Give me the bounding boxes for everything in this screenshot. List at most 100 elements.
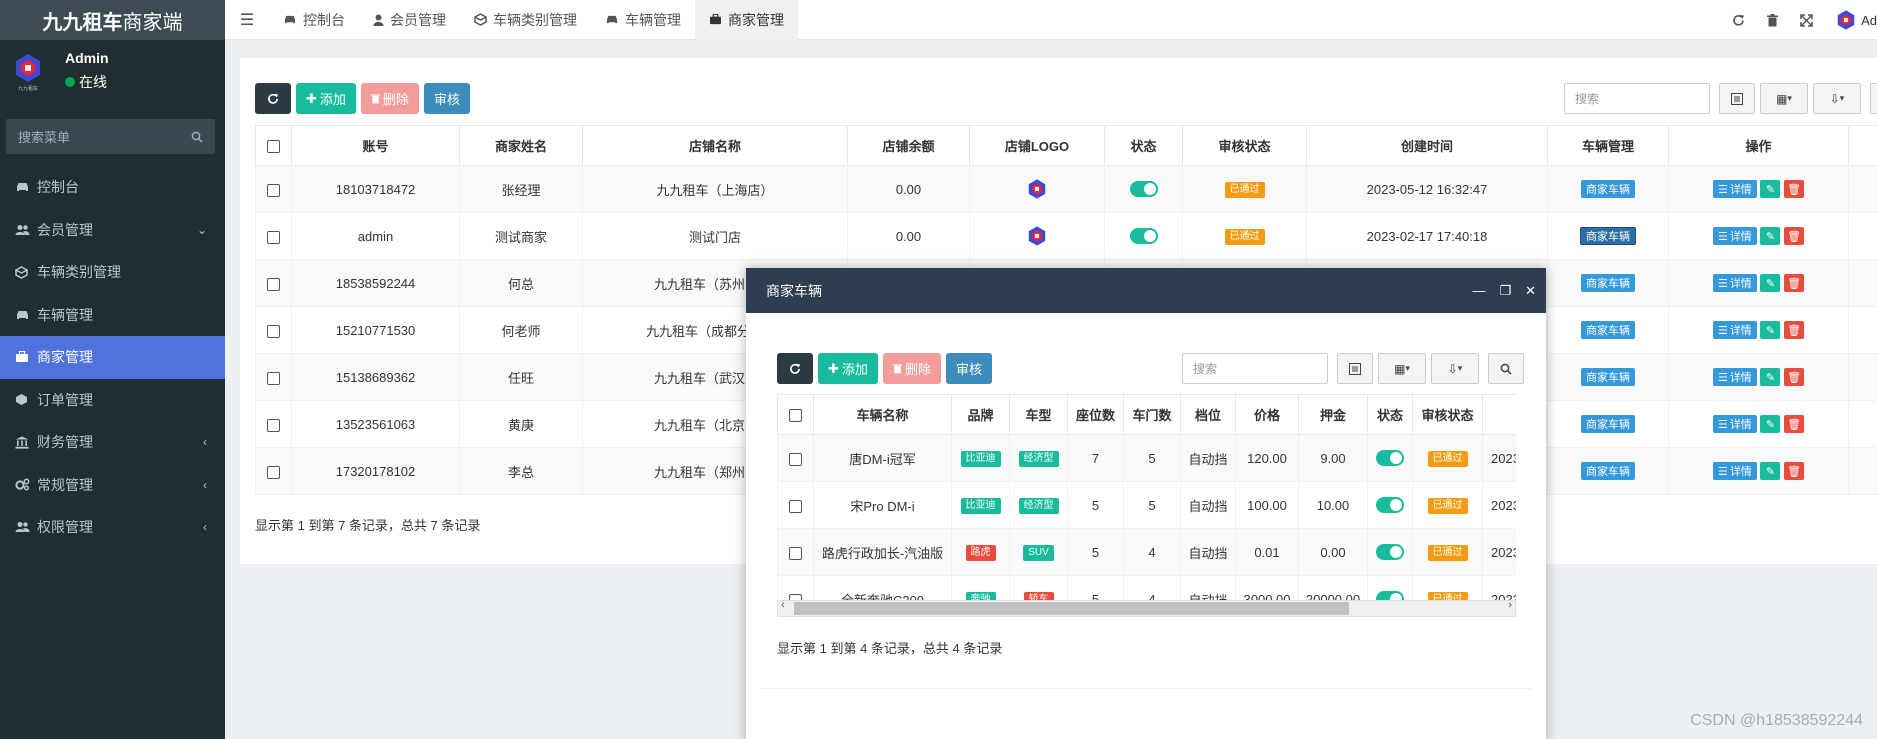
edit-button[interactable]: ✎ (1760, 227, 1781, 245)
merchant-vehicles-button[interactable]: 商家车辆 (1581, 180, 1635, 198)
column-header[interactable]: 操作 (1668, 125, 1849, 166)
tab-dashboard[interactable]: 控制台 (269, 0, 359, 40)
row-checkbox[interactable] (267, 277, 280, 291)
shop-logo[interactable] (1026, 178, 1048, 200)
delete-row-button[interactable]: 🗑 (1784, 415, 1805, 433)
column-header[interactable]: 押金 (1298, 394, 1368, 435)
status-toggle[interactable] (1129, 181, 1158, 198)
detail-button[interactable]: ☰ 详情 (1712, 462, 1757, 480)
close-icon[interactable]: ✕ (1525, 283, 1536, 299)
row-checkbox[interactable] (267, 230, 280, 244)
app-logo[interactable]: 九九租车 商家端 (0, 0, 225, 40)
tab-vehicle-categories[interactable]: 车辆类别管理 (460, 0, 591, 40)
top-user-menu[interactable]: Ad (1835, 9, 1877, 31)
edit-button[interactable]: ✎ (1760, 321, 1781, 339)
sidebar-item-vehicles[interactable]: 车辆管理 (0, 294, 225, 337)
sidebar-search-input[interactable]: 搜索菜单 (6, 119, 215, 154)
column-header[interactable]: 审核状态 (1412, 394, 1483, 435)
delete-row-button[interactable]: 🗑 (1784, 462, 1805, 480)
sidebar-item-dashboard[interactable]: 控制台 (0, 166, 225, 209)
merchant-vehicles-button[interactable]: 商家车辆 (1581, 368, 1635, 386)
status-toggle[interactable] (1376, 591, 1404, 600)
detail-button[interactable]: ☰ 详情 (1712, 368, 1757, 386)
row-checkbox[interactable] (789, 452, 802, 466)
delete-row-button[interactable]: 🗑 (1784, 321, 1805, 339)
refresh-button[interactable] (255, 83, 291, 114)
detail-button[interactable]: ☰ 详情 (1712, 415, 1757, 433)
export-button[interactable]: ⇩ ▾ (1813, 83, 1861, 114)
columns-button[interactable]: ▦ ▾ (1760, 83, 1808, 114)
column-header[interactable]: 商家姓名 (459, 125, 583, 166)
table-toggle-button[interactable] (1719, 83, 1755, 114)
column-header[interactable]: 车辆管理 (1547, 125, 1669, 166)
row-checkbox[interactable] (267, 465, 280, 479)
modal-refresh-button[interactable] (777, 353, 813, 384)
maximize-icon[interactable]: ❐ (1499, 283, 1511, 299)
table-row[interactable]: 18103718472 张经理 九九租车（上海店） 0.00 已通过 2023-… (255, 165, 1877, 213)
column-header[interactable]: 状态 (1104, 125, 1183, 166)
column-header[interactable]: 创建时间 (1306, 125, 1548, 166)
merchant-vehicles-button[interactable]: 商家车辆 (1581, 415, 1635, 433)
sidebar-item-orders[interactable]: 订单管理 (0, 379, 225, 422)
status-toggle[interactable] (1376, 450, 1404, 467)
row-checkbox[interactable] (267, 183, 280, 197)
row-checkbox[interactable] (267, 418, 280, 432)
merchant-vehicles-button[interactable]: 商家车辆 (1581, 274, 1635, 292)
tab-vehicles[interactable]: 车辆管理 (591, 0, 695, 40)
sidebar-item-members[interactable]: 会员管理 ⌄ (0, 209, 225, 252)
table-toggle-button[interactable] (1337, 353, 1373, 384)
column-header[interactable]: 档位 (1180, 394, 1236, 435)
export-button[interactable]: ⇩ ▾ (1431, 353, 1479, 384)
checkbox[interactable] (267, 140, 280, 154)
modal-audit-button[interactable]: 审核 (945, 353, 992, 384)
row-checkbox[interactable] (789, 546, 802, 560)
table-row[interactable]: 路虎行政加长-汽油版 路虎 SUV 5 4 自动挡 0.01 0.00 已通过 … (777, 528, 1516, 576)
audit-button[interactable]: 审核 (423, 83, 470, 114)
shop-logo[interactable] (1026, 225, 1048, 247)
delete-row-button[interactable]: 🗑 (1784, 274, 1805, 292)
scroll-right-icon[interactable]: › (1508, 599, 1512, 611)
columns-button[interactable]: ▦ ▾ (1378, 353, 1426, 384)
edit-button[interactable]: ✎ (1760, 415, 1781, 433)
column-header[interactable]: 店铺LOGO (969, 125, 1105, 166)
detail-button[interactable]: ☰ 详情 (1712, 180, 1757, 198)
delete-button[interactable]: 删除 (360, 83, 419, 114)
edit-button[interactable]: ✎ (1760, 368, 1781, 386)
merchant-vehicles-button[interactable]: 商家车辆 (1580, 227, 1636, 245)
delete-row-button[interactable]: 🗑 (1784, 180, 1805, 198)
column-header[interactable]: 车辆名称 (813, 394, 952, 435)
detail-button[interactable]: ☰ 详情 (1712, 321, 1757, 339)
select-all-checkbox[interactable] (789, 409, 802, 423)
table-row[interactable]: 宋Pro DM-i 比亚迪 经济型 5 5 自动挡 100.00 10.00 已… (777, 481, 1516, 529)
sidebar-item-finance[interactable]: 财务管理 ‹ (0, 421, 225, 464)
refresh-icon[interactable] (1732, 14, 1745, 27)
sidebar-item-merchants[interactable]: 商家管理 (0, 336, 225, 379)
column-header[interactable]: 座位数 (1067, 394, 1124, 435)
sidebar-item-vehicle-categories[interactable]: 车辆类别管理 (0, 251, 225, 294)
trash-icon[interactable] (1767, 13, 1779, 27)
merchant-vehicles-button[interactable]: 商家车辆 (1581, 321, 1635, 339)
modal-add-button[interactable]: ✚ 添加 (818, 353, 878, 384)
scrollbar-thumb[interactable] (794, 602, 1349, 615)
minimize-icon[interactable]: — (1472, 283, 1485, 298)
sidebar-item-general[interactable]: 常规管理 ‹ (0, 464, 225, 507)
column-header[interactable]: 审核状态 (1182, 125, 1307, 166)
column-header[interactable]: 车型 (1009, 394, 1068, 435)
merchant-vehicles-button[interactable]: 商家车辆 (1581, 462, 1635, 480)
row-checkbox[interactable] (789, 499, 802, 513)
edit-button[interactable]: ✎ (1760, 462, 1781, 480)
column-header[interactable]: 状态 (1367, 394, 1413, 435)
column-header[interactable]: 店铺名称 (582, 125, 848, 166)
scroll-left-icon[interactable]: ‹ (781, 599, 785, 611)
status-toggle[interactable] (1129, 228, 1158, 245)
column-header[interactable]: 车门数 (1123, 394, 1181, 435)
search-button[interactable] (1870, 83, 1877, 114)
status-toggle[interactable] (1376, 497, 1404, 514)
search-icon[interactable] (191, 131, 203, 143)
table-row[interactable]: admin 测试商家 测试门店 0.00 已通过 2023-02-17 17:4… (255, 212, 1877, 260)
add-button[interactable]: ✚ 添加 (296, 83, 356, 114)
modal-search-input[interactable]: 搜索 (1182, 353, 1328, 384)
fullscreen-icon[interactable] (1800, 13, 1813, 27)
status-toggle[interactable] (1376, 544, 1404, 561)
sidebar-item-permissions[interactable]: 权限管理 ‹ (0, 506, 225, 549)
